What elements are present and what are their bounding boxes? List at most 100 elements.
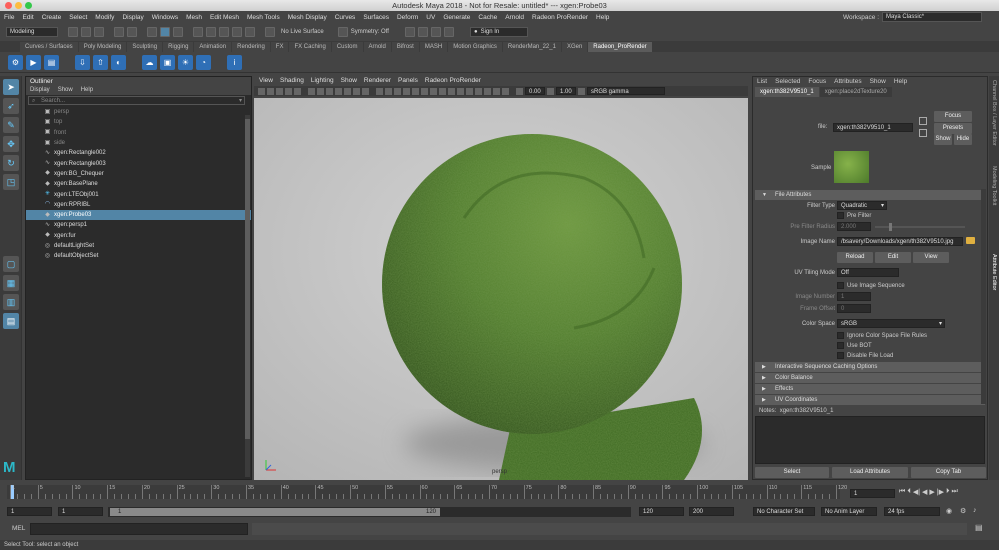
- color-space-dropdown[interactable]: sRGB ▾: [837, 319, 945, 328]
- image-name-field[interactable]: /bsavery/Downloads/xgen/th382V9510.jpg: [837, 237, 963, 246]
- search-dropdown-icon[interactable]: ▾: [239, 97, 242, 105]
- shelf-tab-poly-modeling[interactable]: Poly Modeling: [78, 42, 127, 52]
- field-chart-icon[interactable]: [344, 87, 351, 95]
- motion-blur-icon[interactable]: [448, 87, 455, 95]
- time-ruler[interactable]: 1 5 10 15 20 25 30 35 40 45 50 55 60 65 70 75 80 85 90 95 10…: [7, 485, 847, 499]
- select-component-icon[interactable]: [173, 27, 183, 37]
- viewport-menu-renderer[interactable]: Renderer: [364, 76, 391, 86]
- ae-menu-help[interactable]: Help: [894, 77, 907, 87]
- outliner-item[interactable]: ▣ front: [26, 128, 251, 138]
- ae-scrollbar[interactable]: [981, 189, 986, 404]
- playback-start-field[interactable]: 1: [58, 507, 103, 516]
- menu-mesh-display[interactable]: Mesh Display: [288, 14, 327, 21]
- anim-layer-dropdown[interactable]: No Anim Layer: [821, 507, 877, 516]
- outliner-item[interactable]: ✳ xgen:LTEObj001: [26, 189, 251, 199]
- wireframe-icon[interactable]: [376, 87, 383, 95]
- go-to-start-icon[interactable]: ⏮: [899, 488, 905, 496]
- use-bot-checkbox[interactable]: Use BOT: [837, 342, 872, 349]
- shelf-tab-custom[interactable]: Custom: [331, 42, 363, 52]
- ae-menu-selected[interactable]: Selected: [775, 77, 800, 87]
- outliner-menu-display[interactable]: Display: [30, 86, 50, 95]
- view-transform-dropdown[interactable]: sRGB gamma: [587, 87, 665, 95]
- shelf-tab-motion-graphics[interactable]: Motion Graphics: [448, 42, 502, 52]
- shelf-tab-renderman-22-1[interactable]: RenderMan_22_1: [502, 42, 561, 52]
- rpr-light-icon[interactable]: ▣: [160, 54, 175, 70]
- outliner-menu-show[interactable]: Show: [58, 86, 73, 95]
- hypershade-icon[interactable]: [443, 27, 454, 37]
- shelf-tab-mash[interactable]: MASH: [419, 42, 448, 52]
- viewport-menu-shading[interactable]: Shading: [280, 76, 304, 86]
- rpr-import-icon[interactable]: ⇩: [75, 54, 90, 70]
- use-image-sequence-checkbox[interactable]: Use Image Sequence: [837, 282, 905, 289]
- xray-joints-icon[interactable]: [493, 87, 500, 95]
- menu-help[interactable]: Help: [596, 14, 609, 21]
- snap-view-icon[interactable]: [232, 27, 242, 37]
- menu-display[interactable]: Display: [122, 14, 143, 21]
- copy-tab-button[interactable]: Copy Tab: [911, 467, 986, 478]
- grease-pencil-icon[interactable]: [294, 87, 301, 95]
- outliner-layout-icon[interactable]: ▤: [3, 313, 19, 329]
- outliner-menu-help[interactable]: Help: [81, 86, 93, 95]
- show-button[interactable]: Show: [934, 134, 952, 145]
- pre-filter-radius-thumb[interactable]: [889, 223, 892, 231]
- start-time-field[interactable]: 1: [7, 507, 52, 516]
- menu-file[interactable]: File: [4, 14, 14, 21]
- exposure-field[interactable]: 0.00: [525, 87, 545, 95]
- frame-offset-field[interactable]: 0: [837, 304, 871, 313]
- pre-filter-radius-field[interactable]: 2.000: [837, 222, 871, 231]
- single-pane-layout-icon[interactable]: ▢: [3, 256, 19, 272]
- menu-arnold[interactable]: Arnold: [505, 14, 524, 21]
- symmetry-icon[interactable]: [337, 27, 348, 37]
- xray-icon[interactable]: [484, 87, 491, 95]
- step-back-key-icon[interactable]: ◀|: [913, 488, 920, 496]
- ignore-cs-checkbox[interactable]: Ignore Color Space File Rules: [837, 332, 927, 339]
- lasso-tool-icon[interactable]: ➶: [3, 98, 19, 114]
- default-material-icon[interactable]: [394, 87, 401, 95]
- film-gate-icon[interactable]: [317, 87, 324, 95]
- sign-in-button[interactable]: ● Sign In: [469, 27, 528, 37]
- image-plane-icon[interactable]: [276, 87, 283, 95]
- safe-title-icon[interactable]: [362, 87, 369, 95]
- menu-deform[interactable]: Deform: [397, 14, 418, 21]
- menu-edit[interactable]: Edit: [22, 14, 33, 21]
- use-image-sequence-check[interactable]: [837, 282, 844, 289]
- pre-filter-check[interactable]: [837, 212, 844, 219]
- select-button[interactable]: Select: [755, 467, 829, 478]
- redo-icon[interactable]: [127, 27, 137, 37]
- outliner-item[interactable]: ◎ defaultLightSet: [26, 241, 251, 251]
- disable-file-load-checkbox[interactable]: Disable File Load: [837, 352, 893, 359]
- snap-surface-icon[interactable]: [245, 27, 255, 37]
- side-by-side-layout-icon[interactable]: ▥: [3, 294, 19, 310]
- filter-type-dropdown[interactable]: Quadratic ▾: [837, 201, 887, 210]
- rpr-settings-icon[interactable]: ⚙: [8, 54, 23, 70]
- outliner-item[interactable]: ∿ xgen:Rectangle003: [26, 158, 251, 168]
- workspace-combo[interactable]: Maya Classic*: [882, 12, 983, 22]
- menu-modify[interactable]: Modify: [95, 14, 114, 21]
- zoom-window-button[interactable]: [25, 2, 32, 9]
- menu-create[interactable]: Create: [42, 14, 62, 21]
- render-frame-icon[interactable]: [404, 27, 415, 37]
- audio-icon[interactable]: ♪: [973, 507, 977, 514]
- outliner-item[interactable]: ∿ xgen:persp1: [26, 220, 251, 230]
- rpr-render-icon[interactable]: ▶: [26, 54, 41, 70]
- menu-windows[interactable]: Windows: [152, 14, 178, 21]
- magnet-icon[interactable]: [265, 27, 275, 37]
- play-forward-icon[interactable]: ▶: [929, 488, 934, 496]
- step-forward-key-icon[interactable]: |▶: [937, 488, 944, 496]
- pre-filter-checkbox[interactable]: Pre Filter: [837, 212, 871, 219]
- edit-button[interactable]: Edit: [875, 252, 911, 263]
- outliner-item[interactable]: ▣ side: [26, 138, 251, 148]
- smooth-shade-icon[interactable]: [385, 87, 392, 95]
- grid-icon[interactable]: [308, 87, 315, 95]
- wireframe-on-shaded-icon[interactable]: [403, 87, 410, 95]
- channel-box-tab[interactable]: Channel Box / Layer Editor: [991, 80, 997, 146]
- outliner-scroll-thumb[interactable]: [245, 119, 250, 439]
- outliner-item[interactable]: ◆ xgen:Probe03: [26, 209, 251, 221]
- use-bot-check[interactable]: [837, 342, 844, 349]
- outliner-item[interactable]: ▣ persp: [26, 107, 251, 117]
- outliner-item[interactable]: ◆ xgen:BG_Chequer: [26, 169, 251, 179]
- folder-icon[interactable]: [966, 237, 975, 244]
- outliner-scrollbar[interactable]: [245, 115, 250, 477]
- rotate-tool-icon[interactable]: ↻: [3, 155, 19, 171]
- isolate-select-icon[interactable]: [475, 87, 482, 95]
